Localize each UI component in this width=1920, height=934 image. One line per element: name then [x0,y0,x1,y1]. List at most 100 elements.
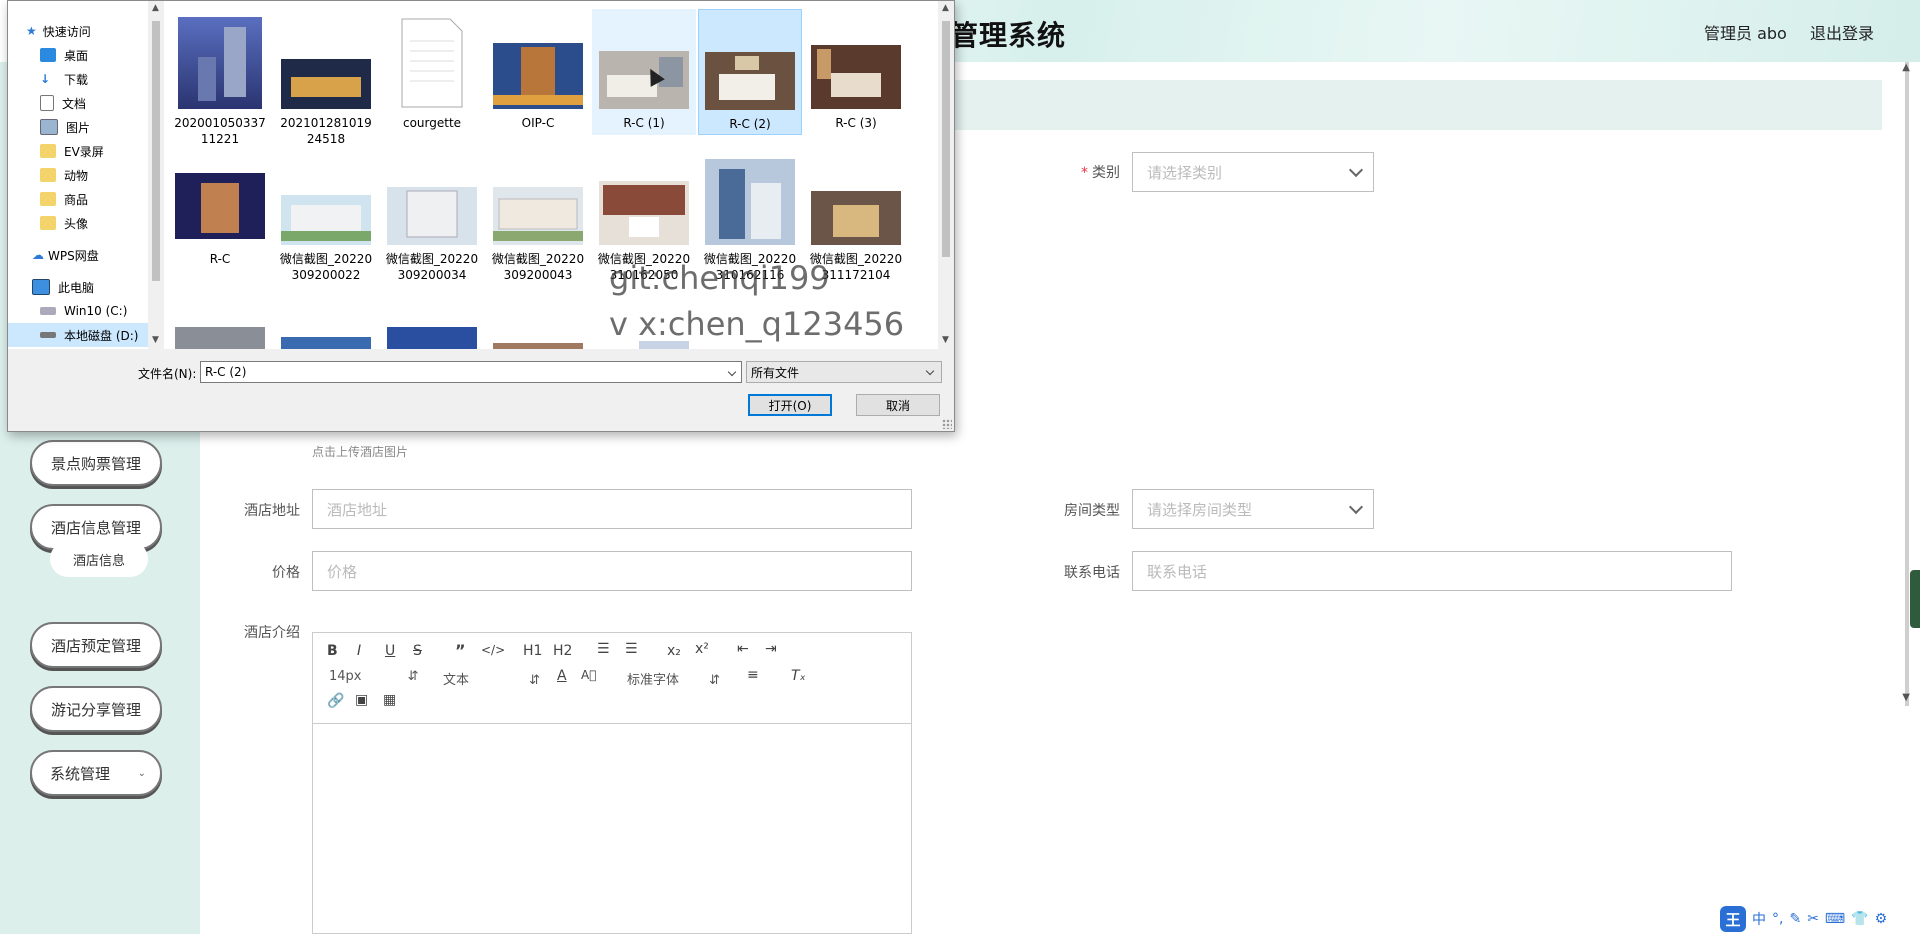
open-button[interactable]: 打开(O) [748,394,832,416]
strikethrough-button[interactable]: S [413,643,422,659]
nav-label: 此电脑 [58,280,95,295]
font-color-icon[interactable]: A [557,668,567,684]
price-input[interactable]: 价格 [312,551,912,591]
ime-skin-icon[interactable]: 👕 [1851,911,1868,927]
font-size-select[interactable]: 14px ⇵ [329,669,419,684]
side-handle[interactable] [1910,570,1920,628]
file-item[interactable]: 微信截图_20220309200022 [274,145,378,282]
nav-item-folder-ev[interactable]: EV录屏 [8,139,148,163]
scrollbar-thumb[interactable] [152,21,160,281]
editor-content-area[interactable] [313,724,911,934]
indent-icon[interactable]: ⇥ [765,641,777,657]
text-style-select[interactable]: 文本 ⇵ [443,669,540,688]
file-item[interactable]: OIP-C [486,9,590,135]
category-select[interactable]: 请选择类别 [1132,152,1374,192]
filetype-select[interactable]: 所有文件 [746,361,942,383]
file-item[interactable]: 微信截图_20220310162116 [698,145,802,282]
h2-button[interactable]: H2 [553,643,572,659]
font-family-select[interactable]: 标准字体 ⇵ [627,669,720,688]
file-item[interactable]: R-C [168,145,272,271]
nav-item-documents[interactable]: 文档 📌 [8,91,148,115]
address-input[interactable]: 酒店地址 [312,489,912,529]
ime-handwrite-icon[interactable]: ✎ [1789,911,1801,927]
ime-punctuation-icon[interactable]: °, [1772,911,1783,927]
scroll-down-icon[interactable]: ▼ [152,335,159,345]
file-name: R-C (1) [623,116,665,130]
scroll-down-icon[interactable]: ▼ [942,335,949,345]
ordered-list-icon[interactable]: ☰ [597,641,610,657]
nav-item-folder-avatars[interactable]: 头像 [8,211,148,235]
video-icon[interactable]: ▦ [383,692,396,708]
file-item[interactable] [486,319,590,349]
file-item[interactable]: 微信截图_20220311172104 [804,145,908,282]
nav-item-folder-products[interactable]: 商品 [8,187,148,211]
link-icon[interactable]: 🔗 [327,693,344,709]
file-item-selected[interactable]: R-C (2) [698,9,802,135]
filename-input[interactable]: R-C (2) [200,361,742,383]
ime-settings-icon[interactable]: ⚙ [1875,911,1888,927]
nav-item-folder-animals[interactable]: 动物 [8,163,148,187]
file-item[interactable]: 微信截图_20220309200034 [380,145,484,282]
cancel-button[interactable]: 取消 [856,394,940,416]
nav-item-drive-c[interactable]: Win10 (C:) [8,299,148,323]
h1-button[interactable]: H1 [523,643,542,659]
ime-logo-icon[interactable]: 王 [1720,906,1746,932]
resize-grip-icon[interactable] [942,419,952,429]
sidebar-item-label: 系统管理 [50,764,111,783]
nav-item-drive-d[interactable]: 本地磁盘 (D:) [8,323,148,347]
subscript-button[interactable]: x₂ [667,643,681,659]
chevron-down-icon[interactable] [727,367,737,377]
scroll-up-icon[interactable]: ▲ [1902,62,1910,73]
file-item[interactable]: R-C (3) [804,9,908,135]
upload-hint[interactable]: 点击上传酒店图片 [312,443,408,460]
file-item[interactable] [592,319,696,349]
scroll-up-icon[interactable]: ▲ [152,3,159,13]
scroll-down-icon[interactable]: ▼ [1902,692,1910,703]
nav-item-wps-cloud[interactable]: ☁ WPS网盘 [8,243,148,267]
background-color-icon[interactable]: A⃥ [581,668,596,682]
align-icon[interactable]: ≡ [747,667,759,683]
nav-item-downloads[interactable]: ↓ 下载 📌 [8,67,148,91]
blockquote-icon[interactable]: ” [455,641,466,660]
logout-button[interactable]: 退出登录 [1810,20,1874,44]
outdent-icon[interactable]: ⇤ [737,641,749,657]
underline-button[interactable]: U [385,643,395,659]
code-block-icon[interactable]: </> [481,643,505,657]
file-item[interactable] [380,319,484,349]
file-item[interactable]: 20210128101924518 [274,9,378,146]
nav-item-desktop[interactable]: 桌面 📌 [8,43,148,67]
navigation-scrollbar[interactable]: ▲ ▼ [148,1,164,349]
file-thumbnail [387,327,477,349]
file-list-scrollbar[interactable]: ▲ ▼ [938,1,954,349]
nav-item-this-pc[interactable]: 此电脑 [8,275,148,299]
room-type-select[interactable]: 请选择房间类型 [1132,489,1374,529]
file-item[interactable] [168,319,272,349]
scrollbar-thumb[interactable] [942,21,950,257]
nav-item-quick-access[interactable]: ★ 快速访问 [8,19,148,43]
image-icon[interactable]: ▣ [355,692,368,708]
scrollbar-track[interactable] [1905,62,1909,706]
sidebar-item-hotel-booking-management[interactable]: 酒店预定管理 [30,622,162,668]
sidebar-item-ticket-management[interactable]: 景点购票管理 [30,440,162,486]
file-item[interactable]: 20200105033711221 [168,9,272,146]
file-item[interactable]: courgette [380,9,484,135]
file-item[interactable]: 微信截图_20220310162050 [592,145,696,282]
file-thumbnail [493,187,583,245]
clear-format-icon[interactable]: Tₓ [791,668,806,684]
bold-button[interactable]: B [327,643,338,659]
sidebar-item-system-management[interactable]: 系统管理 ⌄ [30,750,162,796]
file-item[interactable]: 微信截图_20220309200043 [486,145,590,282]
ime-keyboard-icon[interactable]: ⌨ [1825,911,1845,927]
phone-input[interactable]: 联系电话 [1132,551,1732,591]
nav-item-pictures[interactable]: 图片 📌 [8,115,148,139]
ime-chinese-mode-icon[interactable]: 中 [1752,909,1766,929]
italic-button[interactable]: I [357,643,361,659]
file-thumbnail [493,43,583,109]
bullet-list-icon[interactable]: ☰ [625,641,638,657]
sidebar-subitem-hotel-info[interactable]: 酒店信息 [50,541,148,577]
file-item[interactable] [274,319,378,349]
scroll-up-icon[interactable]: ▲ [942,3,949,13]
superscript-button[interactable]: x² [695,641,709,657]
sidebar-item-travel-notes-management[interactable]: 游记分享管理 [30,686,162,732]
ime-screenshot-icon[interactable]: ✂ [1807,911,1819,927]
